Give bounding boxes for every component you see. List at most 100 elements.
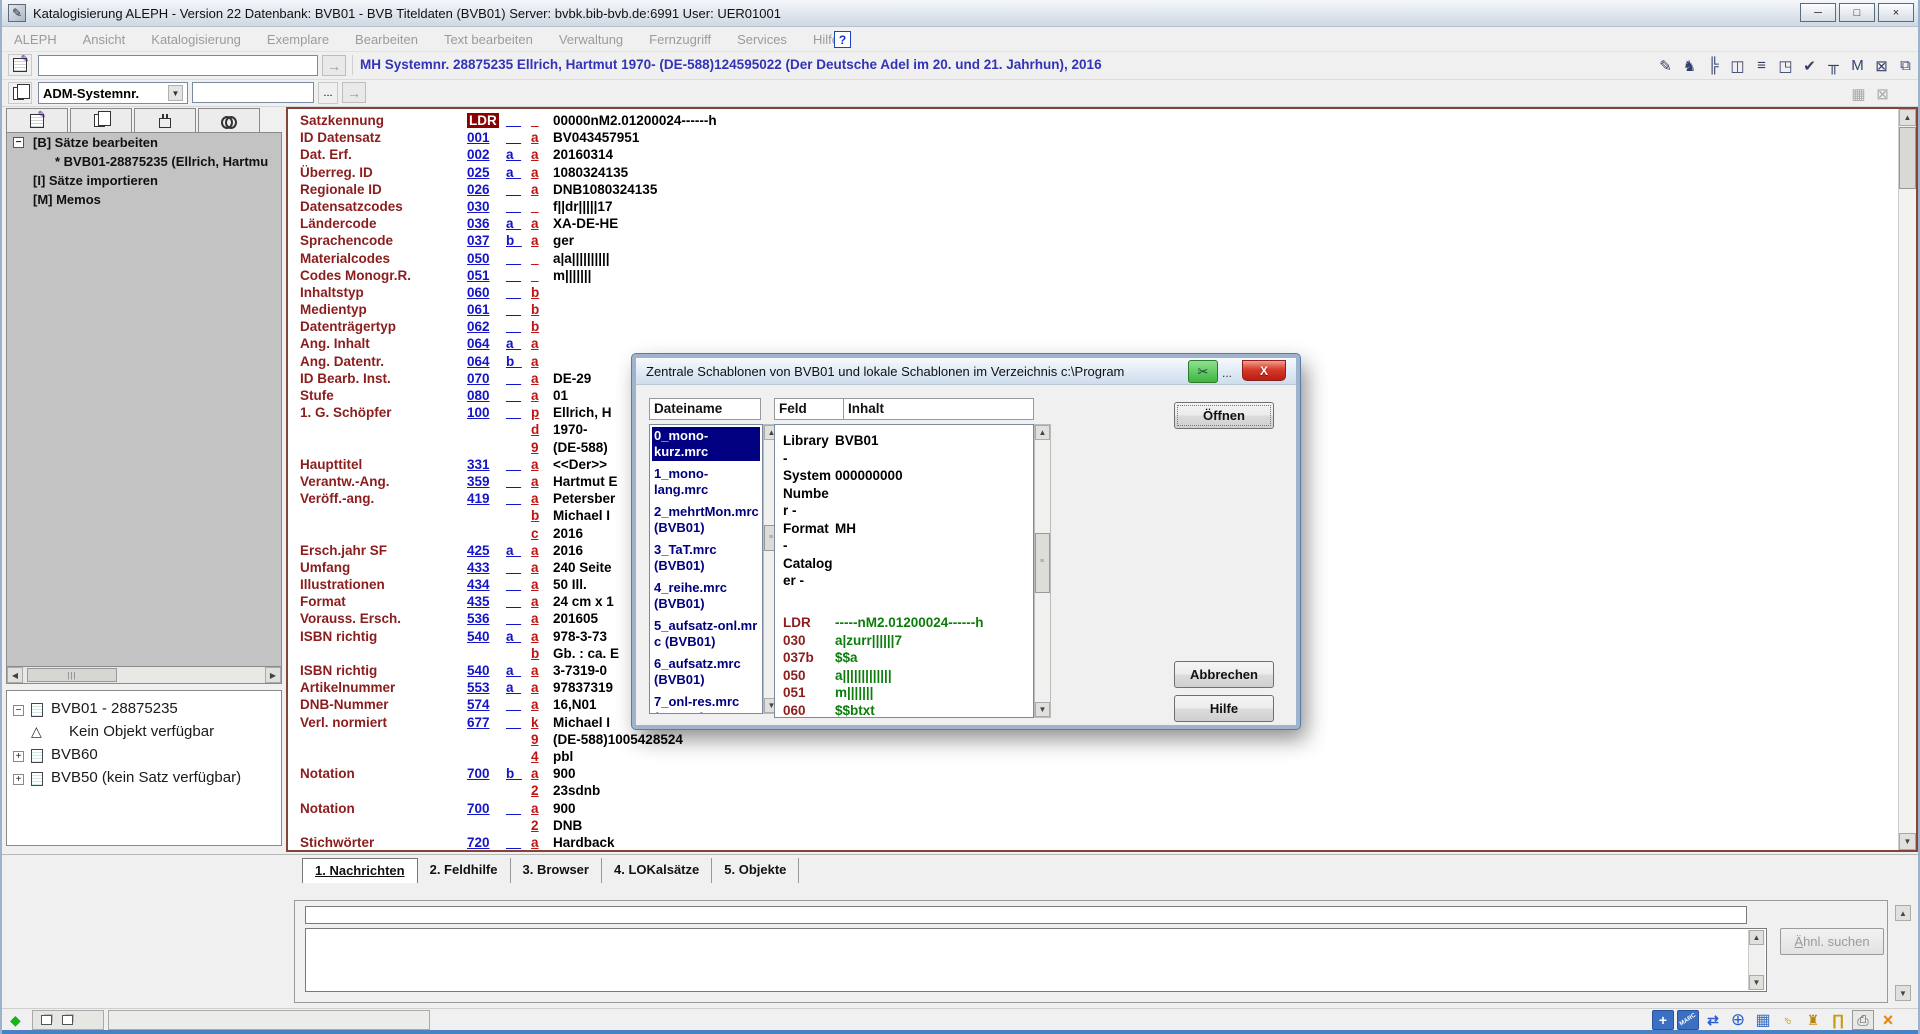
- subfield-code[interactable]: b: [531, 319, 539, 334]
- tab-copy-records[interactable]: [70, 108, 132, 132]
- subfield-code[interactable]: a: [531, 165, 539, 180]
- message-line[interactable]: [305, 906, 1747, 924]
- subfield-code[interactable]: 2: [531, 783, 539, 798]
- scroll-down-icon[interactable]: ▼: [1899, 833, 1916, 850]
- check-record-icon[interactable]: ✔: [1798, 54, 1821, 77]
- help-icon[interactable]: ?: [834, 31, 851, 48]
- field-row[interactable]: Satzkennung LDR __ _ 00000nM2.01200024--…: [290, 113, 1896, 130]
- field-row[interactable]: Medientyp 061 __ b: [290, 302, 1896, 319]
- field-tag[interactable]: 434: [467, 577, 490, 592]
- scroll-down-icon[interactable]: ▼: [1895, 985, 1911, 1001]
- expander-icon[interactable]: −: [13, 137, 24, 148]
- field-value[interactable]: 1080324135: [553, 165, 628, 180]
- field-tag[interactable]: 070: [467, 371, 490, 386]
- field-indicators[interactable]: a_: [506, 165, 521, 180]
- subfield-code[interactable]: _: [531, 268, 539, 283]
- field-row[interactable]: Dat. Erf. 002 a_ a 20160314: [290, 147, 1896, 164]
- scroll-down-icon[interactable]: ▼: [1749, 975, 1764, 990]
- messages-scrollbar[interactable]: ▲ ▼: [1748, 930, 1765, 990]
- field-tag[interactable]: 030: [467, 199, 490, 214]
- field-value[interactable]: Michael I: [553, 508, 610, 523]
- close-status-icon[interactable]: ×: [1877, 1010, 1899, 1030]
- field-list-icon[interactable]: ≡: [1750, 54, 1773, 77]
- field-value[interactable]: 201605: [553, 611, 598, 626]
- record-search-input[interactable]: [38, 55, 318, 76]
- similar-search-button[interactable]: Ähnl. suchen: [1780, 928, 1884, 955]
- field-indicators[interactable]: __: [506, 560, 521, 575]
- menu-item[interactable]: Verwaltung: [559, 32, 623, 47]
- tree-item[interactable]: − BVB01 - 28875235: [7, 697, 281, 720]
- tree-item[interactable]: + BVB50 (kein Satz verfügbar): [7, 766, 281, 789]
- dialog-title-bar[interactable]: Zentrale Schablonen von BVB01 und lokale…: [636, 358, 1296, 385]
- field-tag[interactable]: 435: [467, 594, 490, 609]
- subfield-code[interactable]: a: [531, 233, 539, 248]
- subfield-code[interactable]: b: [531, 302, 539, 317]
- template-file-item[interactable]: 5_aufsatz-onl.mr c (BVB01): [652, 617, 760, 651]
- menu-item[interactable]: ALEPH: [14, 32, 57, 47]
- field-value[interactable]: DE-29: [553, 371, 591, 386]
- field-indicators[interactable]: __: [506, 611, 521, 626]
- field-value[interactable]: 01: [553, 388, 568, 403]
- bottom-vscrollbar[interactable]: ▲ ▼: [1895, 905, 1915, 1003]
- field-indicators[interactable]: __: [506, 113, 521, 128]
- help-button[interactable]: Hilfe: [1174, 695, 1274, 722]
- field-value[interactable]: 240 Seite: [553, 560, 612, 575]
- snip-tool-button[interactable]: ✂: [1188, 360, 1218, 383]
- grid-icon[interactable]: ▦: [1752, 1010, 1774, 1030]
- inhalt-column-header[interactable]: Inhalt: [843, 398, 1034, 420]
- subfield-code[interactable]: a: [531, 594, 539, 609]
- field-row[interactable]: Regionale ID 026 __ a DNB1080324135: [290, 182, 1896, 199]
- subfield-code[interactable]: a: [531, 697, 539, 712]
- subfield-code[interactable]: a: [531, 629, 539, 644]
- field-indicators[interactable]: a_: [506, 663, 521, 678]
- tree-view-icon[interactable]: ╠: [1702, 54, 1725, 77]
- feld-column-header[interactable]: Feld: [774, 398, 844, 420]
- browse-record-icon[interactable]: ♞: [1678, 54, 1701, 77]
- field-indicators[interactable]: __: [506, 835, 521, 850]
- subfield-code[interactable]: _: [531, 199, 539, 214]
- subfield-code[interactable]: b: [531, 646, 539, 661]
- field-indicators[interactable]: a_: [506, 147, 521, 162]
- tab-edit-records[interactable]: [6, 108, 68, 132]
- scroll-up-icon[interactable]: ▲: [1899, 109, 1916, 126]
- template-file-item[interactable]: 1_mono-lang.mrc (BVB01): [652, 465, 760, 499]
- field-value[interactable]: Hartmut E: [553, 474, 618, 489]
- field-indicators[interactable]: a_: [506, 543, 521, 558]
- field-row[interactable]: 4 pbl: [290, 749, 1896, 766]
- subfield-code[interactable]: 9: [531, 732, 539, 747]
- field-tag[interactable]: 419: [467, 491, 490, 506]
- field-row[interactable]: 2 DNB: [290, 818, 1896, 835]
- field-tag[interactable]: 001: [467, 130, 490, 145]
- new-record-icon[interactable]: ✎: [1654, 54, 1677, 77]
- field-tag[interactable]: 700: [467, 766, 490, 781]
- field-indicators[interactable]: a_: [506, 216, 521, 231]
- bottom-tab[interactable]: 2. Feldhilfe: [418, 858, 511, 883]
- field-indicators[interactable]: b_: [506, 354, 522, 369]
- field-value[interactable]: 20160314: [553, 147, 613, 162]
- menu-item[interactable]: Text bearbeiten: [444, 32, 533, 47]
- field-tag[interactable]: 064: [467, 336, 490, 351]
- field-tag[interactable]: 050: [467, 251, 490, 266]
- subfield-code[interactable]: a: [531, 663, 539, 678]
- library-icon[interactable]: ∏: [1827, 1010, 1849, 1030]
- field-indicators[interactable]: __: [506, 251, 521, 266]
- field-value[interactable]: 16,N01: [553, 697, 597, 712]
- field-indicators[interactable]: a_: [506, 336, 521, 351]
- scroll-left-icon[interactable]: ◀: [7, 667, 23, 683]
- subfield-code[interactable]: k: [531, 715, 539, 730]
- field-tag[interactable]: 540: [467, 629, 490, 644]
- field-tag[interactable]: 433: [467, 560, 490, 575]
- field-tag[interactable]: 425: [467, 543, 490, 558]
- subfield-code[interactable]: a: [531, 130, 539, 145]
- field-tag[interactable]: 540: [467, 663, 490, 678]
- field-indicators[interactable]: __: [506, 491, 521, 506]
- subfield-code[interactable]: a: [531, 371, 539, 386]
- cancel-button[interactable]: Abbrechen: [1174, 661, 1274, 688]
- field-tag[interactable]: 080: [467, 388, 490, 403]
- subfield-code[interactable]: b: [531, 508, 539, 523]
- maximize-button[interactable]: □: [1839, 3, 1875, 22]
- field-indicators[interactable]: __: [506, 457, 521, 472]
- field-tag[interactable]: 100: [467, 405, 490, 420]
- tree-item[interactable]: △ Kein Objekt verfügbar: [7, 720, 281, 743]
- field-row[interactable]: Stichwörter 720 __ a Hardback: [290, 835, 1896, 850]
